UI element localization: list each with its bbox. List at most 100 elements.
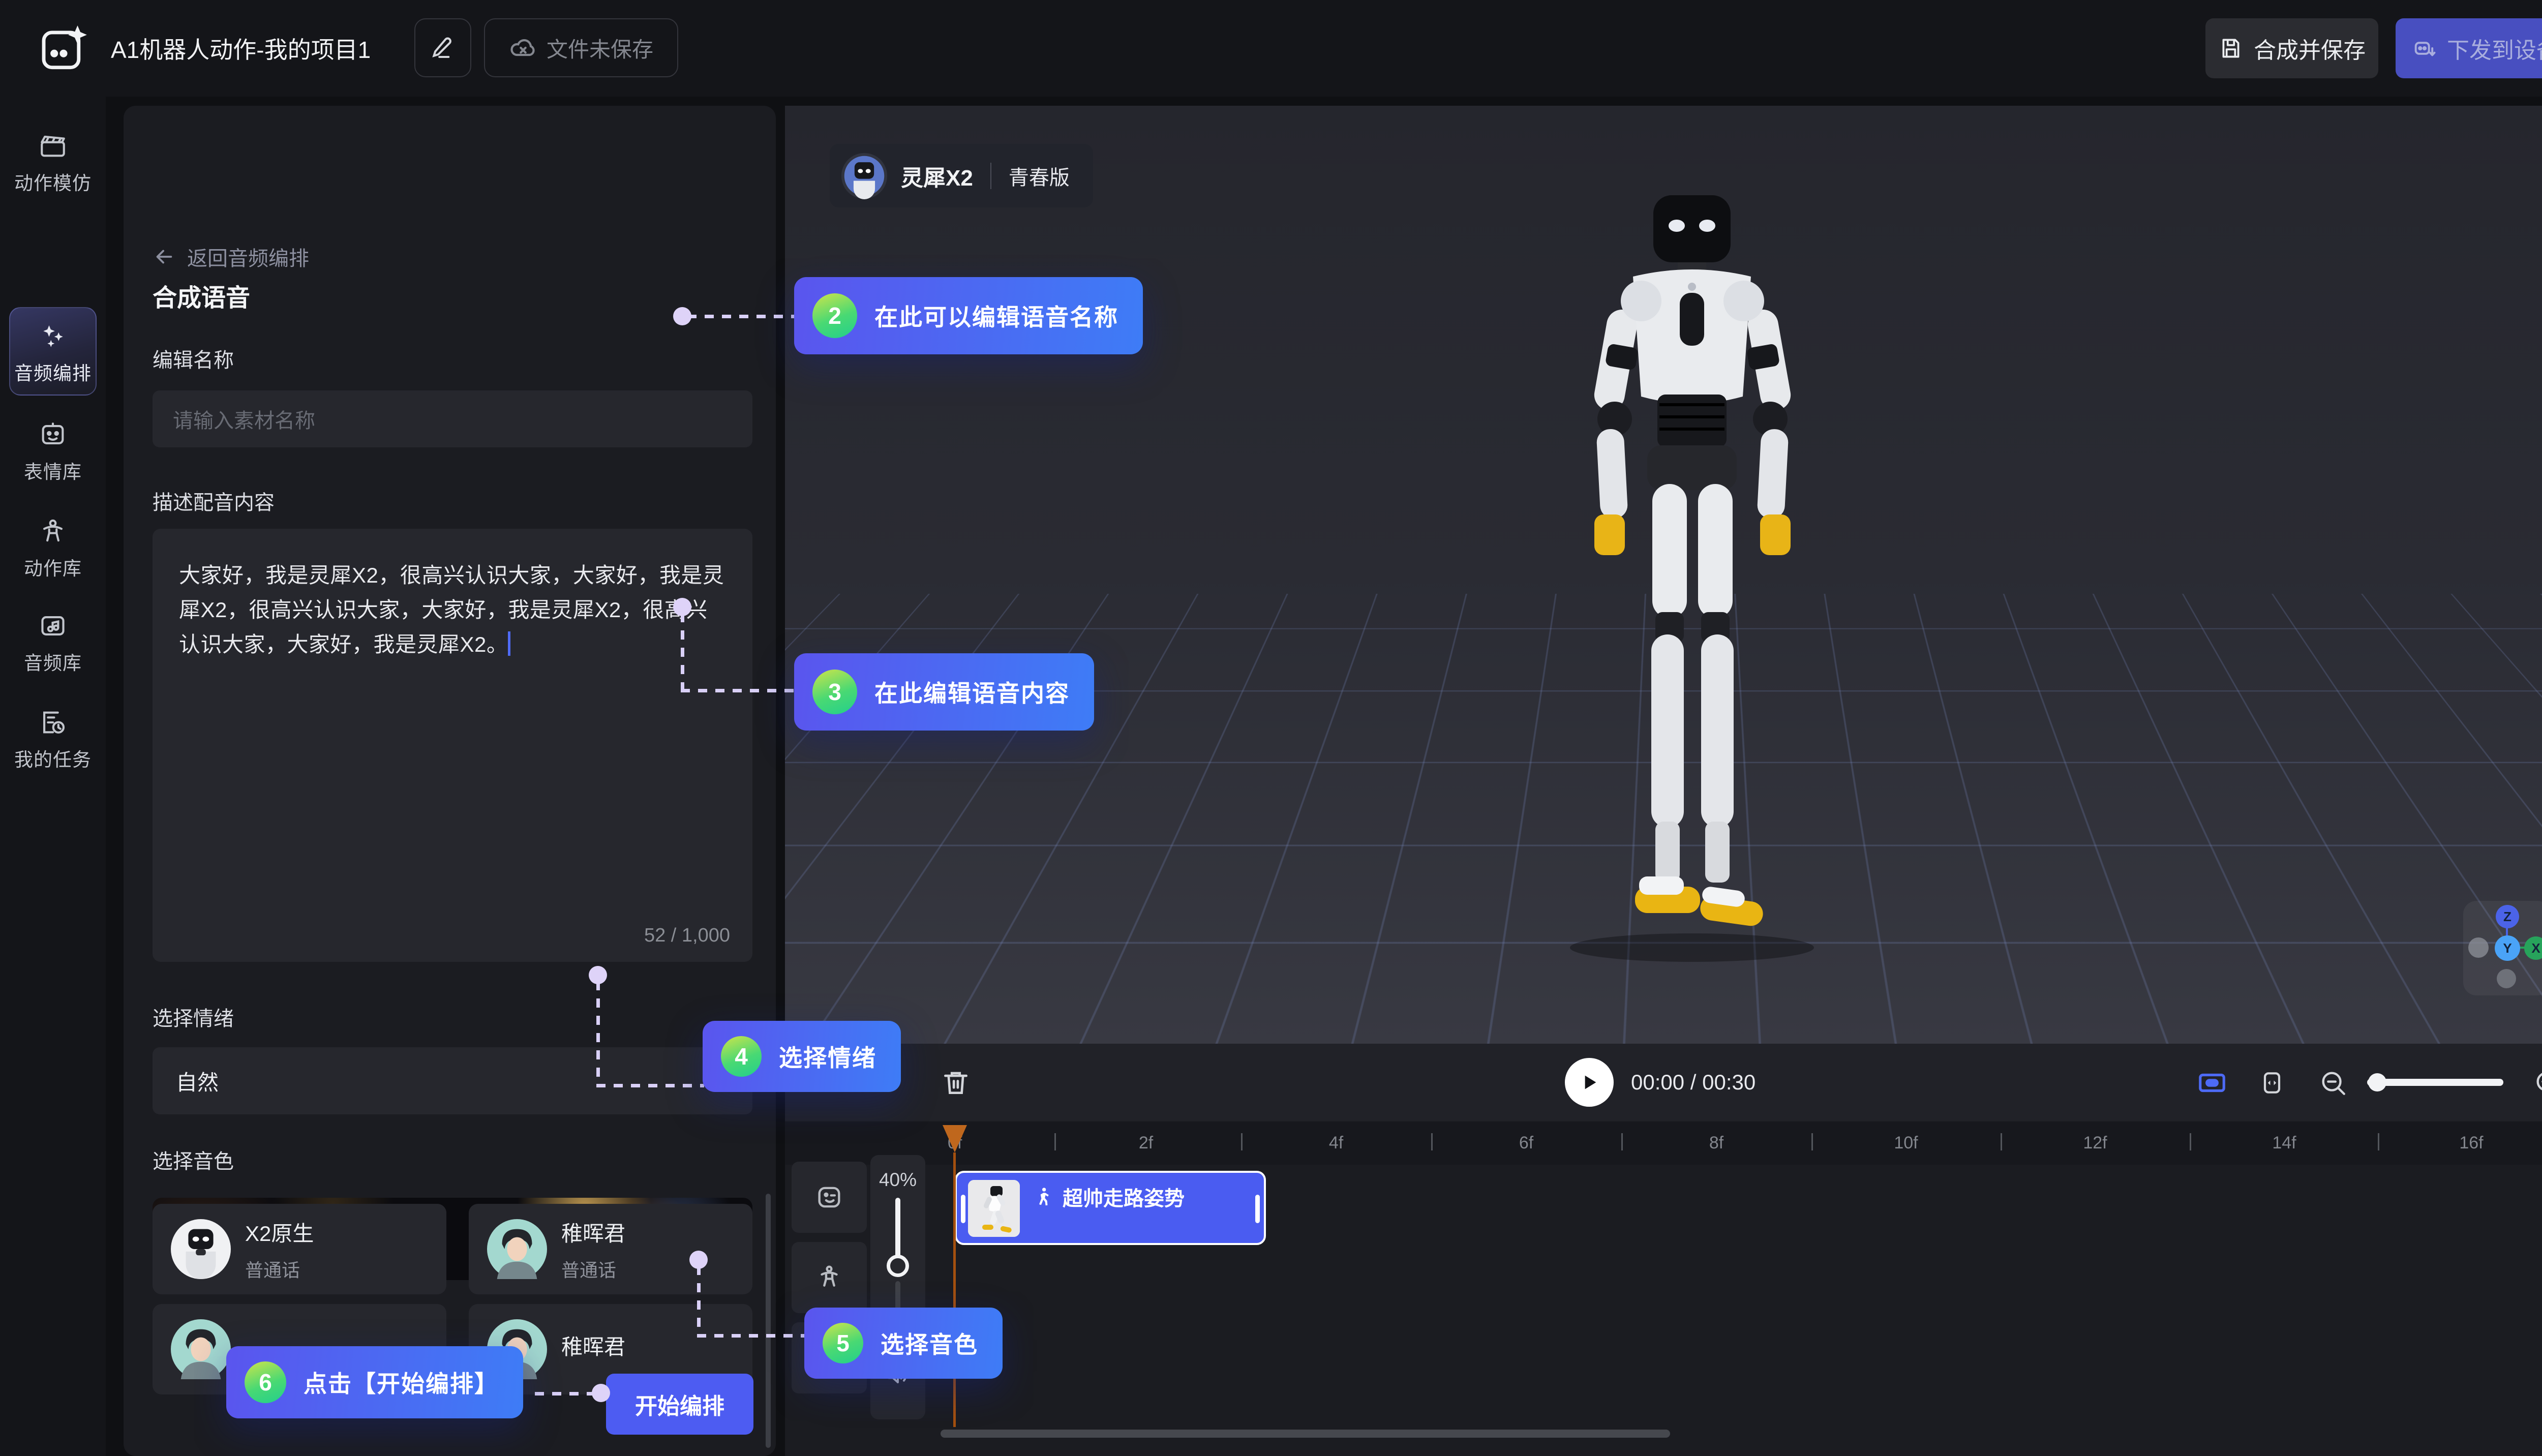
voice-card-zhihuijun[interactable]: 稚晖君 普通话 xyxy=(469,1204,752,1294)
robot-model-badge: 灵犀X2 青春版 xyxy=(830,144,1093,207)
robot-model-edition: 青春版 xyxy=(1009,161,1070,191)
connector-line xyxy=(535,1392,595,1396)
ruler-label: 2f xyxy=(1115,1133,1176,1153)
file-unsaved-status: 文件未保存 xyxy=(484,18,678,77)
expand-clip-button[interactable] xyxy=(2254,1065,2290,1101)
voice-field-label: 选择音色 xyxy=(153,1145,234,1174)
timeline-zoom-slider[interactable] xyxy=(2367,1079,2503,1086)
fit-timeline-button[interactable] xyxy=(2194,1065,2230,1101)
volume-value: 40% xyxy=(870,1169,925,1191)
start-orchestrate-button[interactable]: 开始编排 xyxy=(606,1374,753,1435)
expression-track-button[interactable] xyxy=(792,1162,867,1233)
step-number-badge: 4 xyxy=(721,1036,762,1077)
sidebar-label: 表情库 xyxy=(24,457,82,484)
voice-name: X2原生 xyxy=(245,1217,314,1248)
action-track-button[interactable] xyxy=(792,1242,867,1313)
badge-divider xyxy=(990,163,991,189)
connector-dot-textarea xyxy=(673,598,691,616)
deploy-label: 下发到设备 xyxy=(2447,32,2542,65)
left-nav-sidebar: 动作模仿 音频编排 表情库 动作库 音频库 我的任务 xyxy=(0,97,106,1456)
save-icon xyxy=(2218,36,2244,61)
zoom-in-button[interactable] xyxy=(2530,1065,2542,1101)
timeline-panel: 00:00 / 00:30 0f 2f 4f 6 xyxy=(785,1044,2542,1456)
step-text: 选择情绪 xyxy=(779,1040,876,1073)
ruler-tick xyxy=(2001,1133,2002,1150)
step-number-badge: 5 xyxy=(823,1323,863,1363)
ruler-label: 16f xyxy=(2441,1133,2502,1153)
trash-icon xyxy=(940,1067,972,1098)
sidebar-item-audio-orchestrate[interactable]: 音频编排 xyxy=(0,320,106,385)
ruler-label: 12f xyxy=(2065,1133,2126,1153)
expression-smiley-icon xyxy=(814,1182,844,1212)
connector-dot-start-button xyxy=(592,1384,610,1402)
task-list-clock-icon xyxy=(38,708,68,737)
timeline-horizontal-scrollbar[interactable] xyxy=(941,1430,1670,1438)
sidebar-label: 动作库 xyxy=(24,553,82,581)
ruler-tick xyxy=(1241,1133,1243,1150)
sidebar-item-audio-library[interactable]: 音频库 xyxy=(0,611,106,675)
humanoid-robot xyxy=(1548,187,1837,970)
axis-gizmo[interactable]: Z Y X xyxy=(2463,901,2542,995)
playhead-handle[interactable] xyxy=(941,1123,969,1155)
top-bar: A1机器人动作-我的项目1 文件未保存 合成并保存 下发到设备 xyxy=(0,0,2542,97)
clip-trim-handle-right[interactable] xyxy=(1255,1195,1260,1223)
voice-lang: 普通话 xyxy=(561,1256,625,1282)
gizmo-y-axis[interactable]: Y xyxy=(2495,935,2520,961)
volume-slider-thumb[interactable] xyxy=(887,1255,909,1277)
emotion-field-label: 选择情绪 xyxy=(153,1002,234,1032)
back-arrow-icon xyxy=(153,245,176,268)
ruler-label: 8f xyxy=(1686,1133,1747,1153)
synthesize-save-button[interactable]: 合成并保存 xyxy=(2205,18,2378,78)
sidebar-item-action-library[interactable]: 动作库 xyxy=(0,517,106,581)
robot-face-icon xyxy=(38,420,68,449)
deploy-to-device-button[interactable]: 下发到设备 xyxy=(2396,18,2542,78)
panel-scrollbar[interactable] xyxy=(766,1194,771,1448)
synthesize-save-label: 合成并保存 xyxy=(2254,32,2366,65)
sidebar-item-my-tasks[interactable]: 我的任务 xyxy=(0,708,106,772)
timeline-ruler[interactable]: 0f 2f 4f 6f 8f 10f 12f 14f 16f xyxy=(785,1122,2542,1165)
start-orchestrate-label: 开始编排 xyxy=(635,1388,724,1420)
person-avatar xyxy=(487,1219,547,1279)
person-icon xyxy=(38,517,68,546)
voice-card-x2-native[interactable]: X2原生 普通话 xyxy=(153,1204,446,1294)
material-name-input[interactable]: 请输入素材名称 xyxy=(153,390,752,447)
gizmo-z-axis[interactable]: Z xyxy=(2496,905,2519,928)
delete-clip-button[interactable] xyxy=(932,1059,979,1106)
tutorial-step-3: 3 在此编辑语音内容 xyxy=(794,653,1094,731)
pencil-icon xyxy=(429,34,457,62)
sidebar-label: 动作模仿 xyxy=(14,168,92,195)
sidebar-item-motion-mimic[interactable]: 动作模仿 xyxy=(0,131,106,195)
step-text: 选择音色 xyxy=(881,1326,978,1360)
connector-line xyxy=(697,1266,701,1337)
zoom-slider-thumb[interactable] xyxy=(2368,1073,2386,1091)
gizmo-negative-z[interactable] xyxy=(2497,969,2516,988)
timeline-clip-walk-pose[interactable]: 超帅走路姿势 xyxy=(955,1171,1266,1245)
ruler-tick xyxy=(1054,1133,1056,1150)
walking-robot-thumbnail xyxy=(968,1180,1020,1237)
tutorial-step-4: 4 选择情绪 xyxy=(703,1021,901,1092)
step-text: 在此可以编辑语音名称 xyxy=(874,299,1118,332)
rename-button[interactable] xyxy=(414,18,471,77)
back-to-audio-orchestrate[interactable]: 返回音频编排 xyxy=(153,242,309,271)
tutorial-step-6: 6 点击【开始编排】 xyxy=(226,1346,523,1418)
connector-dot-voice xyxy=(689,1251,708,1269)
robot-3d-viewport[interactable]: 灵犀X2 青春版 Z Y X xyxy=(785,106,2542,1044)
back-label: 返回音频编排 xyxy=(187,242,309,271)
zoom-out-button[interactable] xyxy=(2315,1065,2351,1101)
play-button[interactable] xyxy=(1565,1058,1614,1107)
connector-line xyxy=(596,1084,704,1087)
volume-slider-track-upper[interactable] xyxy=(895,1198,900,1259)
voice-content-textarea[interactable]: 大家好，我是灵犀X2，很高兴认识大家，大家好，我是灵犀X2，很高兴认识大家，大家… xyxy=(153,529,752,962)
robot-avatar xyxy=(841,153,888,199)
sidebar-label: 音频编排 xyxy=(14,358,92,385)
zoom-in-icon xyxy=(2533,1068,2542,1098)
sidebar-label: 我的任务 xyxy=(14,744,92,772)
step-number-badge: 3 xyxy=(812,670,857,714)
sidebar-item-expression-library[interactable]: 表情库 xyxy=(0,420,106,484)
gizmo-negative-x[interactable] xyxy=(2468,937,2489,958)
volume-panel: 40% xyxy=(870,1155,925,1419)
playhead-line xyxy=(953,1152,956,1427)
emotion-select[interactable]: 自然 xyxy=(153,1047,752,1114)
material-name-placeholder: 请输入素材名称 xyxy=(173,404,315,434)
clip-trim-handle-left[interactable] xyxy=(961,1195,965,1223)
